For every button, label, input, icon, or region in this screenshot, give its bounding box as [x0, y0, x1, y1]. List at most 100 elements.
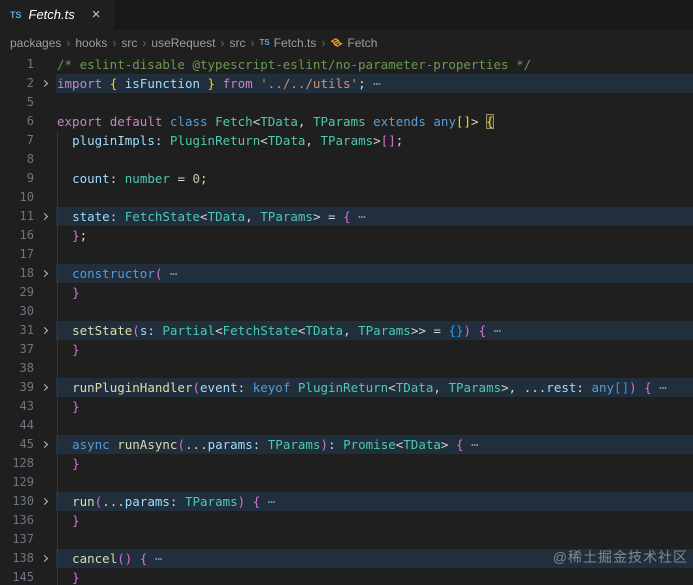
- code-line[interactable]: 37 }: [0, 340, 693, 359]
- code-line-content[interactable]: pluginImpls: PluginReturn<TData, TParams…: [56, 131, 693, 150]
- fold-chevron-icon[interactable]: [34, 321, 56, 340]
- token-b2: }: [72, 342, 80, 357]
- code-line-content[interactable]: run(...params: TParams) { ⋯: [56, 492, 693, 511]
- breadcrumb-item-src[interactable]: src: [229, 36, 245, 50]
- breadcrumb-item-fetch-ts[interactable]: TS Fetch.ts: [259, 36, 316, 50]
- token-type: TData: [207, 209, 246, 224]
- code-line-content[interactable]: [56, 93, 693, 112]
- fold-chevron-icon[interactable]: [34, 74, 56, 93]
- breadcrumb-item-userequest[interactable]: useRequest: [151, 36, 215, 50]
- code-line-content[interactable]: [56, 188, 693, 207]
- code-line-content[interactable]: }: [56, 283, 693, 302]
- code-line[interactable]: 136 }: [0, 511, 693, 530]
- breadcrumb-label: Fetch.ts: [273, 35, 317, 50]
- token-op: ...: [102, 494, 125, 509]
- line-number: 9: [26, 171, 34, 185]
- fold-chevron-icon[interactable]: [34, 264, 56, 283]
- code-line[interactable]: 10: [0, 188, 693, 207]
- code-line[interactable]: 30: [0, 302, 693, 321]
- token-op: [162, 114, 170, 129]
- token-kw: extends: [373, 114, 426, 129]
- code-line[interactable]: 129: [0, 473, 693, 492]
- code-line-content[interactable]: }: [56, 568, 693, 585]
- code-line[interactable]: 17: [0, 245, 693, 264]
- token-op: [57, 266, 72, 281]
- code-line-content[interactable]: [56, 302, 693, 321]
- token-fold: ⋯: [651, 380, 667, 395]
- breadcrumb-item-src[interactable]: src: [121, 36, 137, 50]
- code-line[interactable]: 7 pluginImpls: PluginReturn<TData, TPara…: [0, 131, 693, 150]
- code-line[interactable]: 5: [0, 93, 693, 112]
- code-line-content[interactable]: count: number = 0;: [56, 169, 693, 188]
- code-line[interactable]: 39 runPluginHandler(event: keyof PluginR…: [0, 378, 693, 397]
- token-op: ,: [245, 209, 261, 224]
- fold-chevron-icon[interactable]: [34, 549, 56, 568]
- token-comment: /* eslint-disable @typescript-eslint/no-…: [57, 57, 532, 72]
- fold-gutter: [34, 131, 56, 150]
- code-line-content[interactable]: }: [56, 511, 693, 530]
- code-line[interactable]: 38: [0, 359, 693, 378]
- code-line[interactable]: 145 }: [0, 568, 693, 585]
- line-number: 18: [19, 266, 34, 280]
- code-line[interactable]: 18 constructor( ⋯: [0, 264, 693, 283]
- code-line[interactable]: 44: [0, 416, 693, 435]
- code-line[interactable]: 45 async runAsync(...params: TParams): P…: [0, 435, 693, 454]
- line-number: 138: [12, 551, 34, 565]
- code-line[interactable]: 31 setState(s: Partial<FetchState<TData,…: [0, 321, 693, 340]
- token-kwctl: default: [109, 114, 163, 129]
- tab-title: Fetch.ts: [28, 7, 75, 22]
- line-number: 43: [19, 399, 34, 413]
- fold-chevron-icon[interactable]: [34, 378, 56, 397]
- breadcrumb-separator: ›: [66, 35, 71, 50]
- code-line-content[interactable]: async runAsync(...params: TParams): Prom…: [56, 435, 693, 454]
- code-line[interactable]: 128 }: [0, 454, 693, 473]
- code-line-content[interactable]: setState(s: Partial<FetchState<TData, TP…: [56, 321, 693, 340]
- code-line-content[interactable]: }: [56, 340, 693, 359]
- code-line-content[interactable]: [56, 150, 693, 169]
- tab-fetch-ts[interactable]: TS Fetch.ts ×: [0, 0, 116, 29]
- code-line[interactable]: 130 run(...params: TParams) { ⋯: [0, 492, 693, 511]
- fold-chevron-icon[interactable]: [34, 207, 56, 226]
- fold-chevron-icon[interactable]: [34, 492, 56, 511]
- code-line-content[interactable]: }: [56, 397, 693, 416]
- token-op: ;: [200, 171, 208, 186]
- token-op: [57, 342, 72, 357]
- code-line-content[interactable]: state: FetchState<TData, TParams> = { ⋯: [56, 207, 693, 226]
- token-var: params: [124, 494, 170, 509]
- code-line-content[interactable]: runPluginHandler(event: keyof PluginRetu…: [56, 378, 693, 397]
- token-fold: ⋯: [486, 323, 502, 338]
- code-line-content[interactable]: constructor( ⋯: [56, 264, 693, 283]
- code-editor[interactable]: 1 /* eslint-disable @typescript-eslint/no…: [0, 55, 693, 585]
- token-b2: ): [320, 437, 328, 452]
- code-line-content[interactable]: [56, 416, 693, 435]
- code-line[interactable]: 6 export default class Fetch<TData, TPara…: [0, 112, 693, 131]
- code-line-content[interactable]: }: [56, 454, 693, 473]
- token-fn: runPluginHandler: [72, 380, 193, 395]
- code-line[interactable]: 16 };: [0, 226, 693, 245]
- breadcrumb-label: Fetch: [347, 35, 378, 50]
- code-line[interactable]: 43 }: [0, 397, 693, 416]
- breadcrumb-item-fetch[interactable]: Fetch: [330, 36, 377, 50]
- line-number: 137: [12, 532, 34, 546]
- breadcrumb-item-packages[interactable]: packages: [10, 36, 61, 50]
- code-line-content[interactable]: [56, 245, 693, 264]
- code-line[interactable]: 2 import { isFunction } from '../../utils…: [0, 74, 693, 93]
- code-line-content[interactable]: [56, 473, 693, 492]
- code-line-content[interactable]: export default class Fetch<TData, TParam…: [56, 112, 693, 131]
- token-type: FetchState: [222, 323, 298, 338]
- breadcrumb-item-hooks[interactable]: hooks: [75, 36, 107, 50]
- token-type: PluginReturn: [297, 380, 389, 395]
- line-number: 37: [19, 342, 34, 356]
- code-line[interactable]: 8: [0, 150, 693, 169]
- breadcrumb-label: useRequest: [151, 35, 216, 50]
- code-line-content[interactable]: [56, 359, 693, 378]
- close-icon[interactable]: ×: [92, 7, 101, 22]
- fold-chevron-icon[interactable]: [34, 435, 56, 454]
- code-line[interactable]: 11 state: FetchState<TData, TParams> = {…: [0, 207, 693, 226]
- code-line-content[interactable]: import { isFunction } from '../../utils'…: [56, 74, 693, 93]
- code-line-content[interactable]: /* eslint-disable @typescript-eslint/no-…: [56, 55, 693, 74]
- code-line[interactable]: 9 count: number = 0;: [0, 169, 693, 188]
- code-line-content[interactable]: };: [56, 226, 693, 245]
- code-line[interactable]: 1 /* eslint-disable @typescript-eslint/no…: [0, 55, 693, 74]
- code-line[interactable]: 29 }: [0, 283, 693, 302]
